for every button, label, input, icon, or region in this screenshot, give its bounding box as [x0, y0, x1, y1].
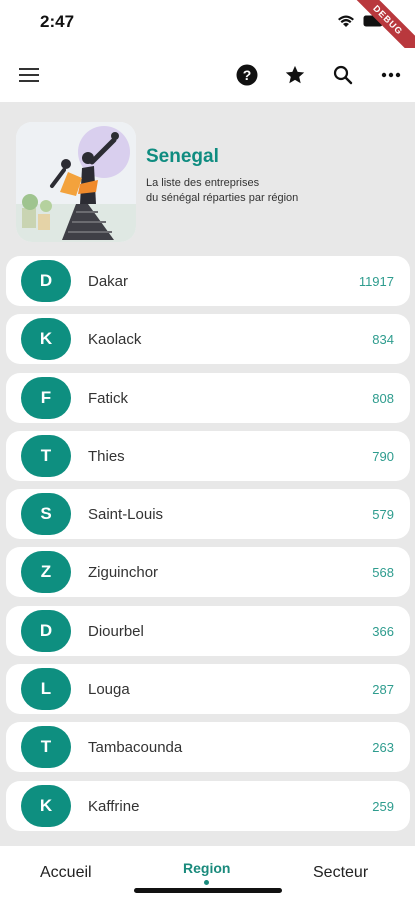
region-count: 11917 — [358, 274, 394, 289]
region-row-louga[interactable]: L Louga 287 — [6, 664, 410, 715]
app-bar: ? — [0, 48, 415, 102]
nav-tab-region[interactable]: Region — [183, 860, 230, 876]
region-count: 568 — [372, 565, 394, 581]
region-avatar: D — [21, 260, 71, 302]
region-avatar: F — [21, 376, 71, 419]
region-name: Kaolack — [88, 331, 142, 349]
region-row-kaffrine[interactable]: K Kaffrine 259 — [6, 780, 410, 831]
region-name: Kaffrine — [88, 797, 140, 815]
region-name: Ziguinchor — [88, 564, 159, 582]
status-time: 2:47 — [40, 12, 75, 31]
region-avatar: D — [21, 609, 71, 652]
help-icon[interactable]: ? — [232, 60, 262, 90]
region-avatar: T — [21, 726, 71, 769]
subtitle-line-2: du sénégal réparties par région — [146, 192, 299, 204]
region-row-saint-louis[interactable]: S Saint-Louis 579 — [6, 489, 410, 540]
region-name: Louga — [88, 681, 130, 699]
region-row-thies[interactable]: T Thies 790 — [6, 430, 410, 481]
region-count: 263 — [372, 740, 394, 756]
active-tab-dot — [204, 880, 209, 885]
region-count: 366 — [372, 623, 394, 639]
menu-icon[interactable] — [14, 60, 44, 90]
nav-tab-accueil[interactable]: Accueil — [40, 864, 92, 882]
senegal-monument-image — [16, 122, 136, 242]
region-row-ziguinchor[interactable]: Z Ziguinchor 568 — [6, 547, 410, 598]
region-name: Saint-Louis — [88, 506, 164, 524]
region-name: Tambacounda — [88, 739, 183, 757]
region-avatar: Z — [21, 551, 71, 594]
region-name: Thies — [88, 447, 125, 465]
region-avatar: L — [21, 668, 71, 711]
star-icon[interactable] — [280, 60, 310, 90]
region-row-fatick[interactable]: F Fatick 808 — [6, 372, 410, 423]
svg-text:?: ? — [243, 67, 252, 83]
page-subtitle: La liste des entreprises du sénégal répa… — [146, 176, 396, 206]
status-bar: 2:47 DEBUG — [0, 0, 415, 65]
region-avatar: K — [21, 318, 71, 361]
region-count: 259 — [372, 798, 394, 814]
more-icon[interactable] — [376, 60, 406, 90]
region-avatar: K — [21, 784, 71, 827]
wifi-icon — [338, 15, 354, 27]
nav-tab-secteur[interactable]: Secteur — [313, 864, 368, 882]
region-name: Diourbel — [88, 622, 144, 640]
region-avatar: S — [21, 493, 71, 536]
region-row-dakar[interactable]: D Dakar 11917 — [6, 256, 410, 306]
header-card: Senegal La liste des entreprises du séné… — [0, 102, 415, 252]
search-icon[interactable] — [328, 60, 358, 90]
region-name: Fatick — [88, 389, 129, 407]
region-count: 834 — [372, 332, 394, 348]
region-row-diourbel[interactable]: D Diourbel 366 — [6, 605, 410, 656]
region-name: Dakar — [88, 273, 129, 290]
region-list: D Dakar 11917 K Kaolack 834 F Fatick 808… — [6, 256, 410, 839]
home-indicator — [134, 888, 282, 893]
region-count: 287 — [372, 682, 394, 698]
region-avatar: T — [21, 434, 71, 477]
bottom-navigation: Accueil Region Secteur — [0, 846, 415, 900]
page-title: Senegal — [146, 146, 219, 167]
region-row-kaolack[interactable]: K Kaolack 834 — [6, 314, 410, 365]
subtitle-line-1: La liste des entreprises — [146, 177, 260, 189]
region-row-tambacounda[interactable]: T Tambacounda 263 — [6, 722, 410, 773]
region-count: 579 — [372, 507, 394, 523]
region-count: 808 — [372, 390, 394, 406]
region-count: 790 — [372, 448, 394, 464]
